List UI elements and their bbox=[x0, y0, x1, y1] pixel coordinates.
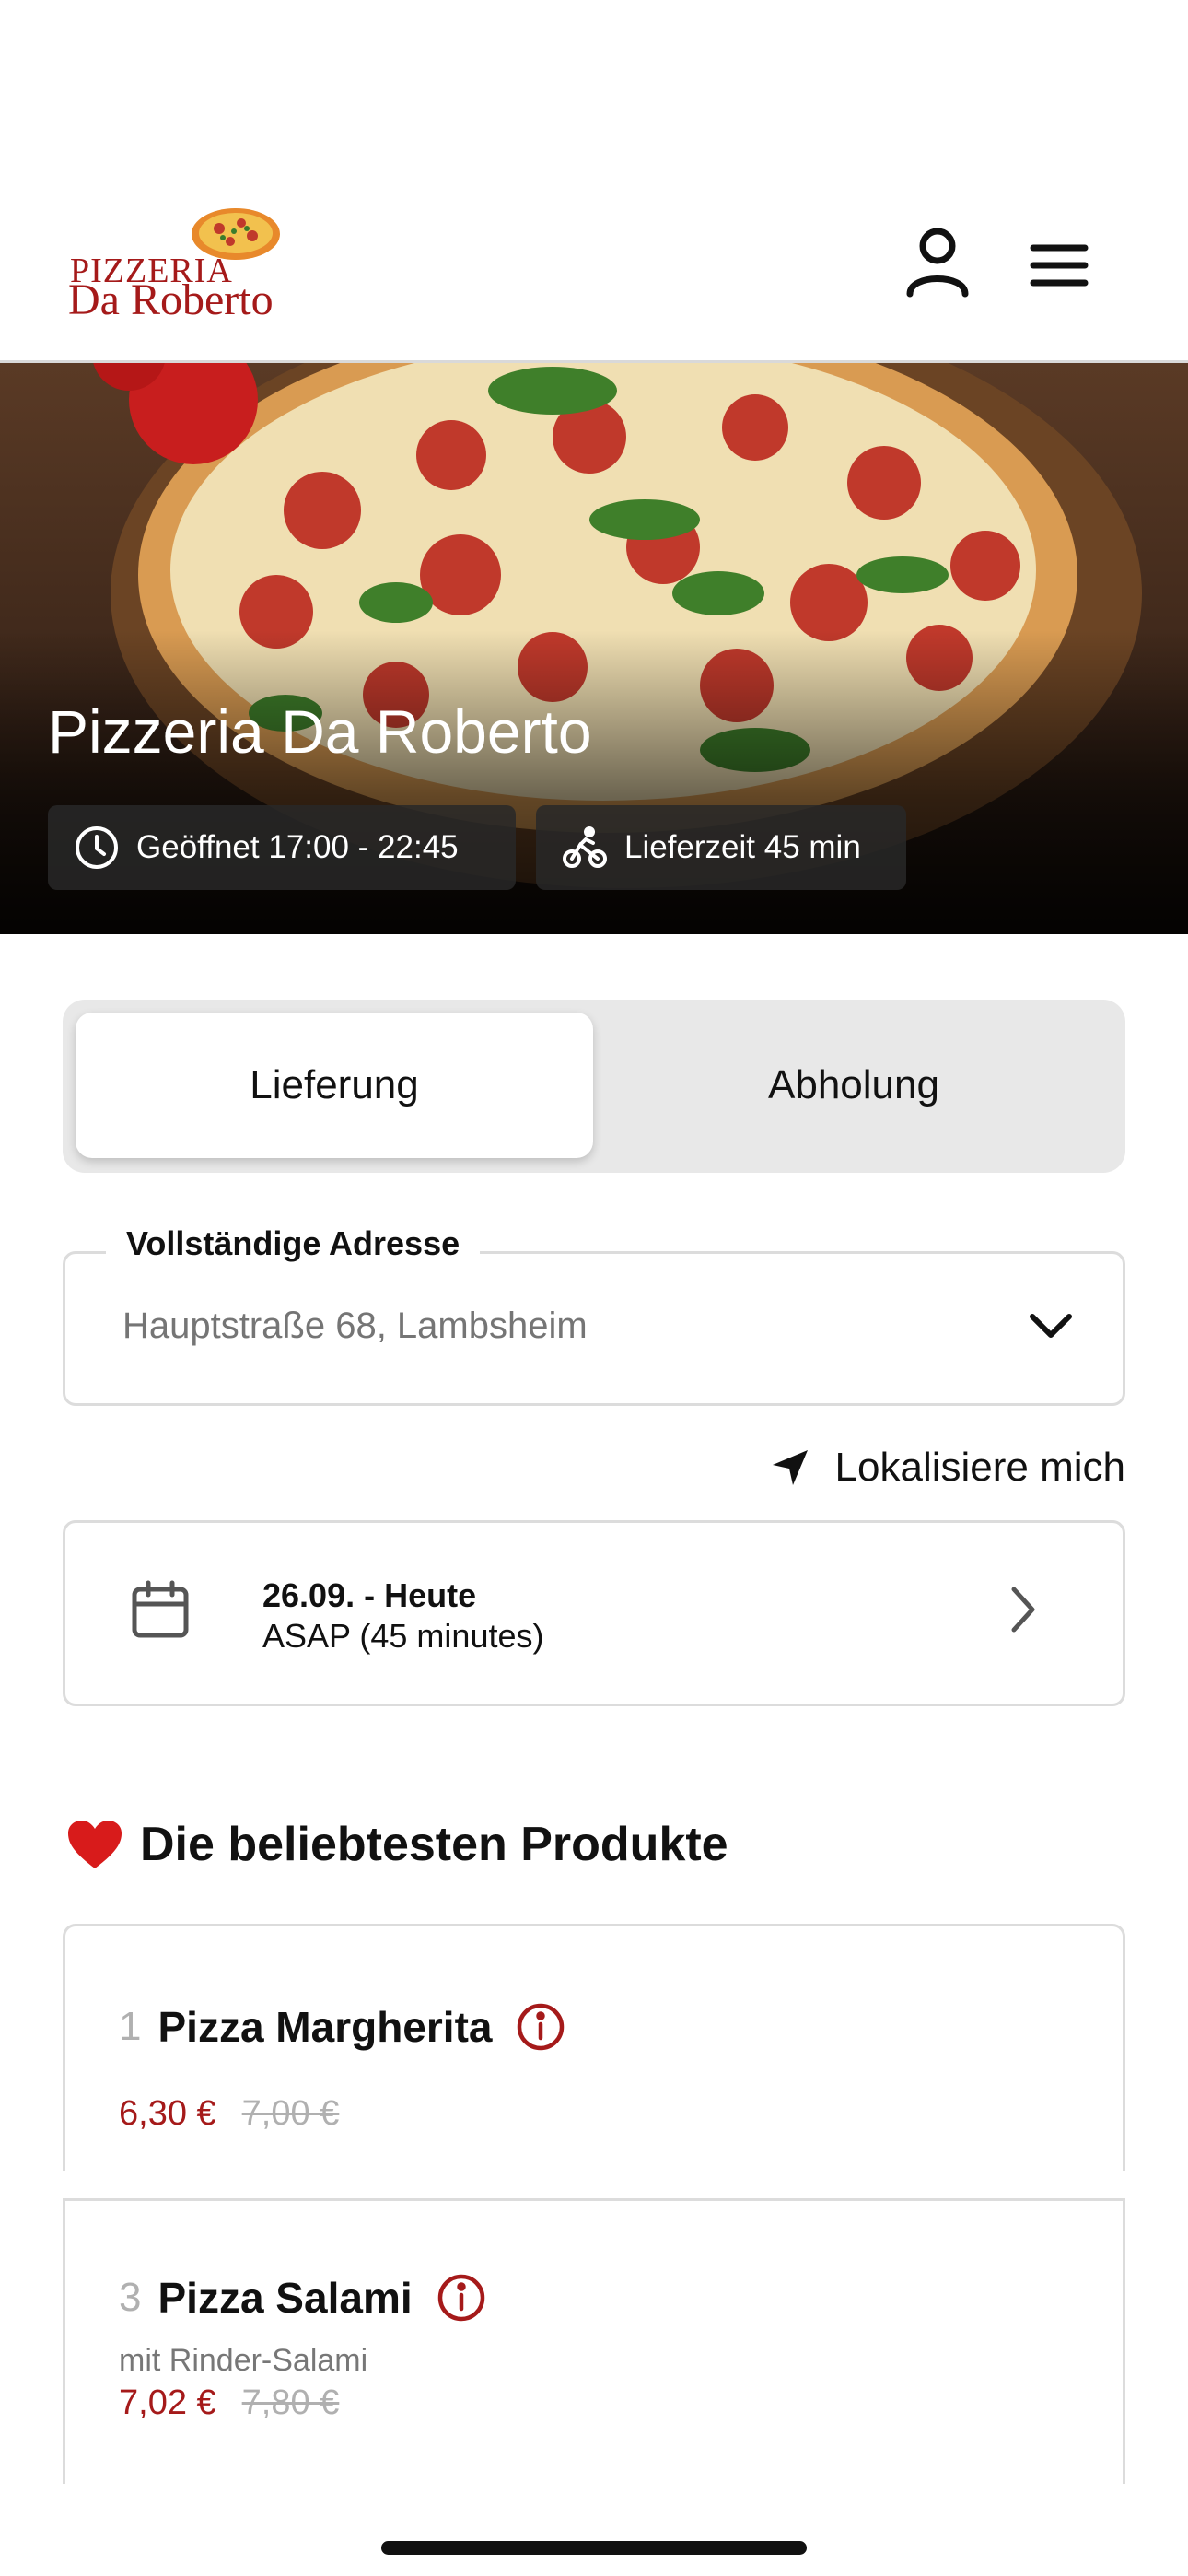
address-label: Vollständige Adresse bbox=[106, 1224, 481, 1263]
product-card[interactable]: 1 Pizza Margherita 6,30 € 7,00 € bbox=[63, 1924, 1125, 2171]
calendar-icon bbox=[132, 1580, 189, 1638]
tab-delivery[interactable]: Lieferung bbox=[76, 1013, 593, 1158]
product-old-price: 7,00 € bbox=[241, 2094, 340, 2133]
address-field[interactable]: Vollständige Adresse bbox=[63, 1224, 1125, 1406]
heart-icon bbox=[68, 1821, 122, 1868]
hero-banner: Pizzeria Da Roberto Geöffnet 17:00 - 22:… bbox=[0, 363, 1188, 934]
product-card[interactable]: 3 Pizza Salami mit Rinder-Salami 7,02 € … bbox=[63, 2198, 1125, 2484]
delivery-time-text: Lieferzeit 45 min bbox=[624, 829, 861, 865]
restaurant-name: Pizzeria Da Roberto bbox=[48, 697, 592, 766]
schedule-time: ASAP (45 minutes) bbox=[262, 1617, 544, 1655]
menu-button[interactable] bbox=[1022, 228, 1096, 302]
address-input[interactable] bbox=[122, 1306, 951, 1347]
popular-products-title: Die beliebtesten Produkte bbox=[140, 1818, 728, 1871]
order-mode-toggle: Lieferung Abholung bbox=[63, 1000, 1125, 1173]
user-icon bbox=[906, 228, 969, 298]
opening-hours-text: Geöffnet 17:00 - 22:45 bbox=[136, 829, 459, 865]
product-description: mit Rinder-Salami bbox=[119, 2343, 368, 2378]
info-icon[interactable] bbox=[437, 2273, 486, 2323]
chevron-right-icon bbox=[1011, 1587, 1035, 1633]
clock-icon bbox=[76, 826, 118, 869]
tab-pickup[interactable]: Abholung bbox=[595, 1013, 1112, 1158]
product-rank: 1 bbox=[119, 2004, 142, 2049]
product-price: 7,02 € bbox=[119, 2383, 216, 2422]
popular-products-heading: Die beliebtesten Produkte bbox=[66, 1817, 728, 1872]
schedule-date: 26.09. - Heute bbox=[262, 1576, 477, 1614]
pizzeria-logo[interactable]: PIZZERIA Da Roberto bbox=[64, 205, 295, 324]
chevron-down-icon[interactable] bbox=[1027, 1307, 1075, 1344]
home-indicator bbox=[381, 2541, 807, 2555]
delivery-schedule-card[interactable]: 26.09. - Heute ASAP (45 minutes) bbox=[63, 1520, 1125, 1706]
logo-line-2: Da Roberto bbox=[68, 275, 274, 324]
product-name: Pizza Salami bbox=[157, 2274, 413, 2322]
app-header: PIZZERIA Da Roberto bbox=[0, 0, 1188, 363]
product-name: Pizza Margherita bbox=[157, 2003, 493, 2051]
bicycle-icon bbox=[563, 826, 607, 868]
opening-hours-chip: Geöffnet 17:00 - 22:45 bbox=[48, 805, 516, 890]
locate-me-button[interactable]: Lokalisiere mich bbox=[771, 1445, 1125, 1491]
account-button[interactable] bbox=[898, 221, 977, 304]
info-icon[interactable] bbox=[516, 2002, 565, 2052]
locate-me-label: Lokalisiere mich bbox=[834, 1445, 1125, 1490]
product-old-price: 7,80 € bbox=[241, 2383, 340, 2422]
hamburger-menu-icon bbox=[1030, 244, 1089, 287]
product-rank: 3 bbox=[119, 2275, 142, 2320]
delivery-time-chip: Lieferzeit 45 min bbox=[536, 805, 906, 890]
product-price: 6,30 € bbox=[119, 2094, 216, 2133]
location-arrow-icon bbox=[772, 1450, 808, 1485]
